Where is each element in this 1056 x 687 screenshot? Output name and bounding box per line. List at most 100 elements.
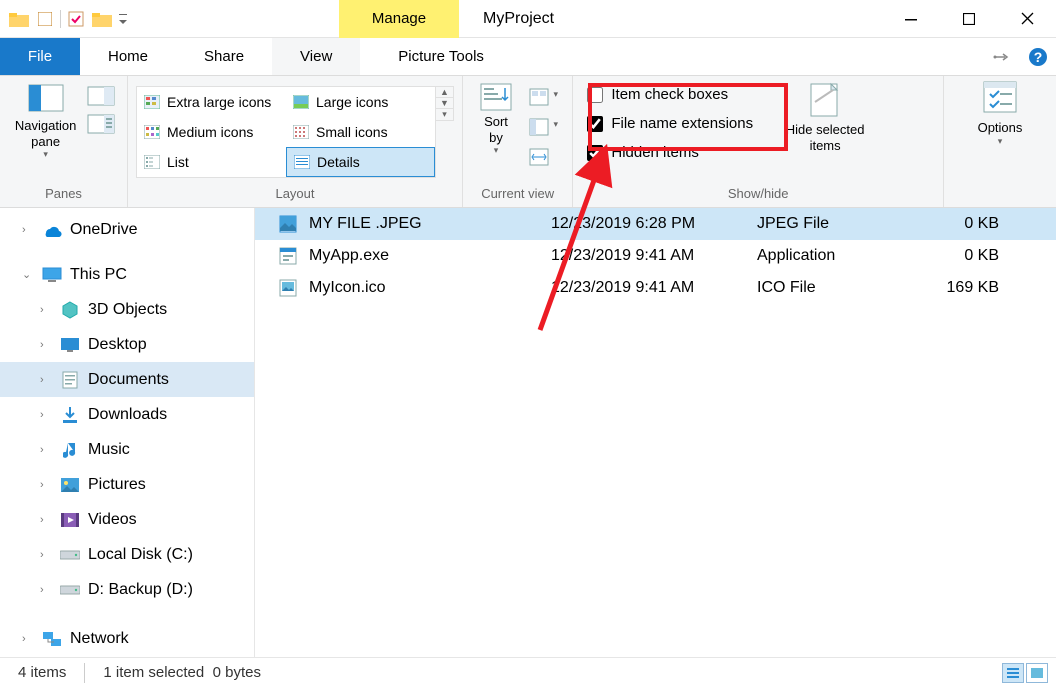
ico-file-icon: [277, 277, 299, 299]
folder-icon: [8, 8, 30, 30]
group-label-current-view: Current view: [471, 184, 564, 205]
group-by-button[interactable]: ▾: [525, 84, 553, 110]
layout-details[interactable]: Details: [286, 147, 435, 177]
file-row[interactable]: MyApp.exe 12/23/2019 9:41 AM Application…: [255, 240, 1056, 272]
file-list[interactable]: MY FILE .JPEG 12/23/2019 6:28 PM JPEG Fi…: [255, 208, 1056, 657]
status-bar: 4 items 1 item selected 0 bytes: [0, 657, 1056, 687]
layout-large-icons[interactable]: Large icons: [286, 87, 435, 117]
nav-onedrive[interactable]: › OneDrive: [0, 212, 254, 247]
ribbon-group-show-hide: Item check boxes File name extensions Hi…: [573, 76, 944, 207]
view-large-icons-button[interactable]: [1026, 663, 1048, 683]
nav-desktop[interactable]: ›Desktop: [0, 327, 254, 362]
layout-list[interactable]: List: [137, 147, 286, 177]
navigation-pane-label: Navigation pane: [15, 118, 76, 149]
tab-view[interactable]: View: [272, 38, 360, 75]
downloads-icon: [60, 405, 80, 425]
minimize-ribbon-icon[interactable]: [984, 38, 1020, 75]
overlay-icon: [34, 8, 56, 30]
status-item-count: 4 items: [18, 664, 66, 681]
checkbox-item-check-boxes[interactable]: Item check boxes: [587, 86, 753, 103]
svg-text:?: ?: [1034, 49, 1043, 65]
view-switcher: [1002, 663, 1056, 683]
properties-icon[interactable]: [65, 8, 87, 30]
content-area: › OneDrive ⌄ This PC ›3D Objects ›Deskto…: [0, 208, 1056, 657]
tab-picture-tools[interactable]: Picture Tools: [370, 38, 512, 75]
group-label-layout: Layout: [136, 184, 454, 205]
nav-pictures[interactable]: ›Pictures: [0, 467, 254, 502]
nav-documents[interactable]: ›Documents: [0, 362, 254, 397]
navigation-pane-icon: [28, 84, 64, 114]
help-icon[interactable]: ?: [1020, 38, 1056, 75]
qat-separator: [60, 10, 61, 28]
size-columns-button[interactable]: [525, 144, 553, 170]
qat-dropdown-icon[interactable]: [117, 8, 129, 30]
drive-icon: [60, 580, 80, 600]
navigation-pane-button[interactable]: Navigation pane ▾: [8, 80, 83, 160]
ribbon: Navigation pane ▾ Panes Extra large icon…: [0, 76, 1056, 208]
options-button[interactable]: Options ▾: [952, 80, 1048, 147]
chevron-down-icon: ▾: [553, 119, 558, 130]
options-icon: [980, 80, 1020, 116]
list-icon: [143, 155, 161, 169]
jpeg-file-icon: [277, 213, 299, 235]
this-pc-icon: [42, 265, 62, 285]
layout-scroll[interactable]: ▲▼▾: [436, 86, 454, 121]
sort-by-icon: [479, 82, 513, 112]
layout-medium-icons[interactable]: Medium icons: [137, 117, 286, 147]
view-details-button[interactable]: [1002, 663, 1024, 683]
small-icons-icon: [292, 125, 310, 139]
ribbon-group-current-view: Sort by ▾ ▾ ▾ Current view: [463, 76, 573, 207]
desktop-icon: [60, 335, 80, 355]
nav-videos[interactable]: ›Videos: [0, 502, 254, 537]
layout-small-icons[interactable]: Small icons: [286, 117, 435, 147]
ribbon-group-layout: Extra large icons Large icons Medium ico…: [128, 76, 463, 207]
group-label-panes: Panes: [8, 184, 119, 205]
chevron-right-icon: ›: [22, 224, 34, 236]
checkbox-file-name-extensions[interactable]: File name extensions: [587, 115, 753, 132]
medium-icons-icon: [143, 125, 161, 139]
nav-music[interactable]: ›Music: [0, 432, 254, 467]
nav-backup-d[interactable]: ›D: Backup (D:): [0, 572, 254, 607]
navigation-pane[interactable]: › OneDrive ⌄ This PC ›3D Objects ›Deskto…: [0, 208, 255, 657]
exe-file-icon: [277, 245, 299, 267]
nav-network[interactable]: ›Network: [0, 621, 254, 656]
quick-access-toolbar: [0, 8, 129, 30]
nav-local-disk-c[interactable]: ›Local Disk (C:): [0, 537, 254, 572]
details-pane-icon[interactable]: [87, 114, 115, 134]
preview-pane-icon[interactable]: [87, 86, 115, 106]
nav-this-pc[interactable]: ⌄ This PC: [0, 257, 254, 292]
tab-home[interactable]: Home: [80, 38, 176, 75]
chevron-down-icon: ▾: [43, 149, 48, 160]
tab-share[interactable]: Share: [176, 38, 272, 75]
ribbon-group-options: Options ▾: [944, 76, 1056, 207]
music-icon: [60, 440, 80, 460]
nav-3d-objects[interactable]: ›3D Objects: [0, 292, 254, 327]
chevron-down-icon: ▾: [553, 89, 558, 100]
maximize-button[interactable]: [940, 0, 998, 38]
ribbon-group-panes: Navigation pane ▾ Panes: [0, 76, 128, 207]
file-row[interactable]: MyIcon.ico 12/23/2019 9:41 AM ICO File 1…: [255, 272, 1056, 304]
new-folder-icon[interactable]: [91, 8, 113, 30]
sort-by-button[interactable]: Sort by ▾: [471, 82, 521, 156]
file-row[interactable]: MY FILE .JPEG 12/23/2019 6:28 PM JPEG Fi…: [255, 208, 1056, 240]
hide-selected-icon: [805, 82, 845, 118]
tab-file[interactable]: File: [0, 38, 80, 75]
chevron-down-icon: ⌄: [22, 268, 34, 281]
title-bar: Manage MyProject: [0, 0, 1056, 38]
window-title: MyProject: [483, 10, 554, 28]
extra-large-icons-icon: [143, 95, 161, 109]
add-columns-button[interactable]: ▾: [525, 114, 553, 140]
minimize-button[interactable]: [882, 0, 940, 38]
layout-extra-large-icons[interactable]: Extra large icons: [137, 87, 286, 117]
large-icons-icon: [292, 95, 310, 109]
pictures-icon: [60, 475, 80, 495]
checkbox-hidden-items[interactable]: Hidden items: [587, 144, 753, 161]
close-button[interactable]: [998, 0, 1056, 38]
contextual-tab-manage[interactable]: Manage: [339, 0, 459, 38]
3d-objects-icon: [60, 300, 80, 320]
hide-selected-items-button[interactable]: Hide selected items: [777, 82, 873, 153]
network-icon: [42, 629, 62, 649]
group-label-show-hide: Show/hide: [581, 184, 935, 205]
nav-downloads[interactable]: ›Downloads: [0, 397, 254, 432]
drive-icon: [60, 545, 80, 565]
